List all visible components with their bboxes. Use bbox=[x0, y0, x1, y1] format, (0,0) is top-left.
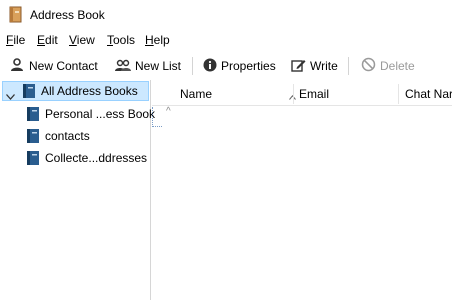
new-contact-icon bbox=[10, 57, 25, 75]
menu-view-accelerator: V bbox=[69, 33, 77, 47]
toolbar-separator bbox=[348, 57, 349, 75]
tree-item-contacts[interactable]: contacts bbox=[26, 126, 90, 146]
tree-item-label: contacts bbox=[45, 129, 90, 143]
list-focus-indicator bbox=[152, 107, 162, 127]
column-header-name[interactable]: Name bbox=[180, 83, 298, 105]
address-book-tree: All Address Books Personal ...ess Book c… bbox=[0, 80, 155, 300]
new-contact-button[interactable]: New Contact bbox=[10, 56, 98, 76]
menu-view-label: iew bbox=[76, 33, 95, 47]
menu-edit-accelerator: E bbox=[37, 33, 46, 47]
address-book-icon bbox=[26, 106, 40, 122]
menu-bar: File Edit View Tools Help bbox=[0, 32, 452, 50]
write-button[interactable]: Write bbox=[291, 56, 338, 76]
address-book-icon bbox=[22, 83, 36, 99]
column-header-label: Email bbox=[299, 87, 330, 101]
chevron-down-icon[interactable] bbox=[6, 89, 15, 103]
menu-edit[interactable]: Edit bbox=[37, 33, 58, 47]
delete-icon bbox=[361, 57, 376, 75]
column-header-email[interactable]: Email bbox=[299, 83, 399, 105]
new-list-button[interactable]: New List bbox=[115, 56, 181, 76]
toolbar-separator bbox=[192, 57, 193, 75]
menu-help-label: elp bbox=[153, 33, 170, 47]
pencil-icon bbox=[291, 58, 306, 75]
column-header-chat-name[interactable]: Chat Nar bbox=[405, 83, 452, 105]
new-list-label: New List bbox=[135, 59, 182, 73]
header-divider bbox=[152, 105, 452, 106]
tree-item-label: Collecte...ddresses bbox=[45, 151, 148, 165]
menu-edit-label: dit bbox=[45, 33, 58, 47]
sort-indicator-text: ^ bbox=[166, 106, 171, 117]
menu-tools-label: ools bbox=[113, 33, 136, 47]
toolbar: New Contact New List Properties Write De… bbox=[0, 52, 452, 80]
delete-button[interactable]: Delete bbox=[361, 56, 415, 76]
tree-item-label: All Address Books bbox=[41, 84, 138, 98]
new-contact-label: New Contact bbox=[29, 59, 98, 73]
tree-item-all-address-books[interactable]: All Address Books bbox=[2, 81, 149, 101]
delete-label: Delete bbox=[380, 59, 415, 73]
window-title: Address Book bbox=[30, 8, 105, 22]
tree-item-label: Personal ...ess Book bbox=[45, 107, 156, 121]
menu-help-accelerator: H bbox=[145, 33, 154, 47]
column-header-label: Name bbox=[180, 87, 213, 101]
contacts-list: Name Email Chat Nar ^ bbox=[152, 80, 452, 300]
info-icon bbox=[203, 58, 217, 75]
menu-file-label: ile bbox=[13, 33, 26, 47]
menu-view[interactable]: View bbox=[69, 33, 95, 47]
column-separator[interactable] bbox=[293, 84, 294, 104]
new-list-icon bbox=[115, 58, 131, 75]
properties-label: Properties bbox=[221, 59, 276, 73]
column-header-label: Chat Nar bbox=[405, 87, 452, 101]
tree-item-collected-addresses[interactable]: Collecte...ddresses bbox=[26, 148, 147, 168]
title-bar: Address Book bbox=[0, 0, 452, 30]
menu-file[interactable]: File bbox=[6, 33, 25, 47]
address-book-app-icon bbox=[9, 6, 23, 26]
tree-item-personal-address-book[interactable]: Personal ...ess Book bbox=[26, 104, 155, 124]
address-book-icon bbox=[26, 150, 40, 166]
properties-button[interactable]: Properties bbox=[203, 56, 276, 76]
write-label: Write bbox=[310, 59, 338, 73]
address-book-icon bbox=[26, 128, 40, 144]
menu-tools[interactable]: Tools bbox=[107, 33, 135, 47]
column-separator[interactable] bbox=[398, 84, 399, 104]
menu-help[interactable]: Help bbox=[145, 33, 170, 47]
